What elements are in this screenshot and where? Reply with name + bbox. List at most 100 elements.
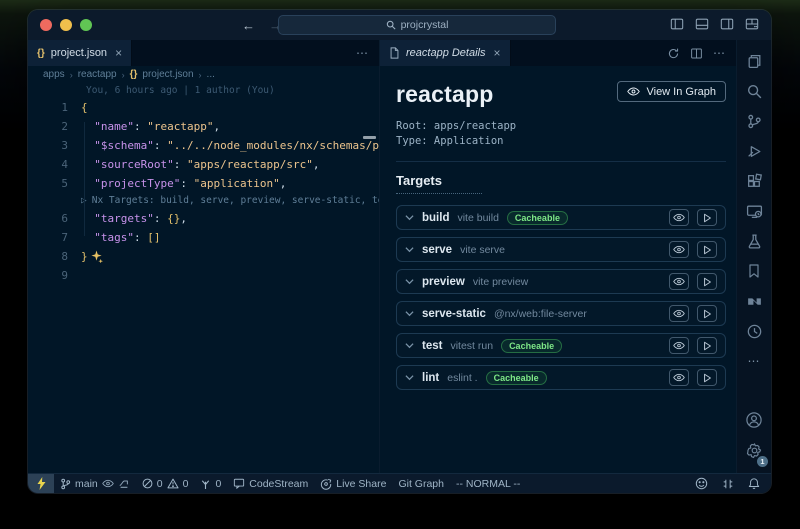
code-line: 7 "tags": [] xyxy=(28,228,379,247)
account-icon[interactable] xyxy=(737,405,771,435)
nx-targets-codelens[interactable]: ▷Nx Targets: build, serve, preview, serv… xyxy=(28,193,379,209)
run-target-button[interactable] xyxy=(697,241,717,258)
view-in-graph-button[interactable]: View In Graph xyxy=(617,81,726,102)
toggle-primary-sidebar-icon[interactable] xyxy=(670,17,684,31)
chevron-down-icon[interactable] xyxy=(405,342,414,349)
tab-close-icon[interactable]: × xyxy=(494,46,501,60)
activity-bar: ⋯ 1 xyxy=(737,40,771,473)
chevron-down-icon[interactable] xyxy=(405,278,414,285)
run-debug-icon[interactable] xyxy=(737,136,771,166)
problems-status[interactable]: 0 0 xyxy=(136,474,195,493)
live-share-status[interactable]: Live Share xyxy=(314,474,392,493)
codestream-label: CodeStream xyxy=(249,478,308,490)
chevron-down-icon[interactable] xyxy=(405,246,414,253)
command-center-search[interactable]: projcrystal xyxy=(278,15,556,35)
split-editor-icon[interactable] xyxy=(690,47,703,60)
chevron-down-icon[interactable] xyxy=(405,214,414,221)
feedback-status[interactable] xyxy=(688,474,715,493)
editor-group-left: {} project.json × ⋯ apps › reactapp › {}… xyxy=(28,40,380,473)
minimize-window-button[interactable] xyxy=(60,19,72,31)
eye-icon xyxy=(673,245,685,254)
tab-close-icon[interactable]: × xyxy=(115,46,122,60)
explorer-icon[interactable] xyxy=(737,46,771,76)
search-icon xyxy=(386,20,396,30)
history-back-button[interactable]: ← xyxy=(242,18,255,33)
target-row[interactable]: serve-static @nx/web:file-server xyxy=(396,301,726,326)
chevron-down-icon[interactable] xyxy=(405,374,414,381)
breadcrumb-item-reactapp[interactable]: reactapp xyxy=(78,69,117,80)
show-target-config-button[interactable] xyxy=(669,337,689,354)
zoom-window-button[interactable] xyxy=(80,19,92,31)
overview-ruler-marker[interactable] xyxy=(363,136,376,139)
branch-name: main xyxy=(75,478,98,490)
show-target-config-button[interactable] xyxy=(669,273,689,290)
targets-list: build vite build Cacheable serve vite se… xyxy=(396,205,726,390)
toggle-secondary-sidebar-icon[interactable] xyxy=(720,17,734,31)
source-control-icon[interactable] xyxy=(737,106,771,136)
remote-explorer-icon[interactable] xyxy=(737,196,771,226)
right-tab-bar: reactapp Details × ⋯ xyxy=(380,40,736,66)
eye-icon xyxy=(673,373,685,382)
nx-console-icon[interactable] xyxy=(737,286,771,316)
search-icon[interactable] xyxy=(737,76,771,106)
breadcrumb-item-symbol[interactable]: ... xyxy=(207,69,215,80)
refresh-icon[interactable] xyxy=(667,47,680,60)
code-line: 2 "name": "reactapp", xyxy=(28,117,379,136)
testing-beaker-icon[interactable] xyxy=(737,226,771,256)
show-target-config-button[interactable] xyxy=(669,369,689,386)
target-row[interactable]: test vitest run Cacheable xyxy=(396,333,726,358)
run-target-button[interactable] xyxy=(697,369,717,386)
tab-project-json[interactable]: {} project.json × xyxy=(28,40,132,66)
misc-indicator-icon xyxy=(722,478,734,490)
show-target-config-button[interactable] xyxy=(669,209,689,226)
remote-indicator[interactable] xyxy=(28,474,54,493)
run-target-button[interactable] xyxy=(697,209,717,226)
target-name: build xyxy=(422,212,449,224)
tab-label: project.json xyxy=(51,47,107,59)
notifications-status[interactable] xyxy=(741,474,767,493)
chevron-right-icon: › xyxy=(122,70,125,80)
settings-gear-icon[interactable]: 1 xyxy=(737,435,771,465)
warning-count: 0 xyxy=(183,478,189,490)
error-icon xyxy=(142,478,153,489)
tab-reactapp-details[interactable]: reactapp Details × xyxy=(380,40,511,66)
line-number: 2 xyxy=(28,117,68,136)
toggle-panel-icon[interactable] xyxy=(695,17,709,31)
git-branch-status[interactable]: main xyxy=(54,474,136,493)
target-row[interactable]: build vite build Cacheable xyxy=(396,205,726,230)
more-actions-icon[interactable]: ⋯ xyxy=(713,46,726,60)
bookmarks-icon[interactable] xyxy=(737,256,771,286)
vim-mode-status[interactable]: -- NORMAL -- xyxy=(450,474,526,493)
code-editor[interactable]: You, 6 hours ago | 1 author (You)1{2 "na… xyxy=(28,83,379,473)
close-window-button[interactable] xyxy=(40,19,52,31)
timeline-icon[interactable] xyxy=(737,316,771,346)
target-row[interactable]: lint eslint . Cacheable xyxy=(396,365,726,390)
run-target-button[interactable] xyxy=(697,337,717,354)
misc-indicator-status[interactable] xyxy=(715,474,741,493)
breadcrumb-item-file[interactable]: project.json xyxy=(142,69,193,80)
code-line: 4 "sourceRoot": "apps/reactapp/src", xyxy=(28,155,379,174)
breadcrumb-item-apps[interactable]: apps xyxy=(43,69,65,80)
show-target-config-button[interactable] xyxy=(669,305,689,322)
run-target-button[interactable] xyxy=(697,305,717,322)
show-target-config-button[interactable] xyxy=(669,241,689,258)
sparkle-icon xyxy=(90,250,103,263)
cacheable-badge: Cacheable xyxy=(501,339,562,353)
more-actions-icon[interactable]: ⋯ xyxy=(356,46,369,60)
target-row[interactable]: serve vite serve xyxy=(396,237,726,262)
codestream-status[interactable]: CodeStream xyxy=(227,474,314,493)
extensions-icon[interactable] xyxy=(737,166,771,196)
play-icon xyxy=(703,245,712,255)
divider xyxy=(396,161,726,162)
settings-badge: 1 xyxy=(757,456,768,467)
customize-layout-icon[interactable] xyxy=(745,17,759,31)
more-views-icon[interactable]: ⋯ xyxy=(737,346,771,376)
git-graph-status[interactable]: Git Graph xyxy=(392,474,450,493)
code-line: 8} xyxy=(28,247,379,266)
line-number: 9 xyxy=(28,266,68,285)
chevron-down-icon[interactable] xyxy=(405,310,414,317)
run-target-button[interactable] xyxy=(697,273,717,290)
todo-tree-status[interactable]: 0 xyxy=(194,474,227,493)
todo-count: 0 xyxy=(215,478,221,490)
target-row[interactable]: preview vite preview xyxy=(396,269,726,294)
